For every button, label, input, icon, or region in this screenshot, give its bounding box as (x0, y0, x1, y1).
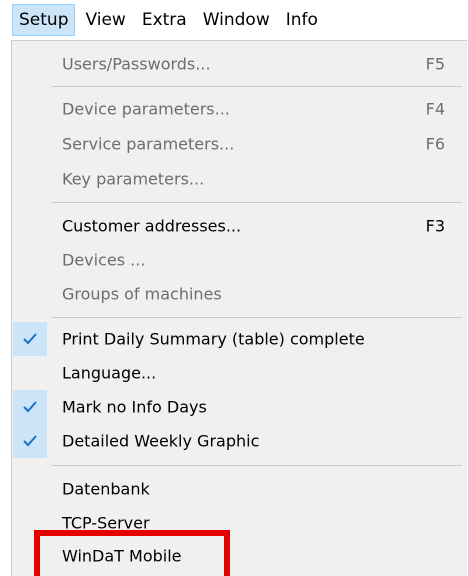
menu-separator (52, 86, 462, 87)
menu-item-label: Users/Passwords... (62, 54, 211, 74)
menu-item-customer-addresses[interactable]: Customer addresses... F3 (12, 209, 467, 243)
menu-bar: Setup View Extra Window Info (0, 0, 468, 40)
menu-item-users-passwords[interactable]: Users/Passwords... F5 (12, 47, 467, 81)
menu-item-label: Devices ... (62, 250, 146, 270)
menu-item-label: Datenbank (62, 479, 150, 499)
menu-item-label: Mark no Info Days (62, 397, 207, 417)
menu-item-label: Key parameters... (62, 169, 205, 189)
menu-item-label: Customer addresses... (62, 216, 242, 236)
menu-item-shortcut: F5 (425, 54, 445, 74)
checkmark-icon (13, 390, 47, 424)
menu-item-datenbank[interactable]: Datenbank (12, 472, 467, 506)
menu-item-shortcut: F4 (425, 99, 445, 119)
menu-info[interactable]: Info (280, 5, 324, 35)
menu-setup[interactable]: Setup (12, 4, 76, 36)
menu-item-label: Print Daily Summary (table) complete (62, 329, 365, 349)
menu-item-key-parameters[interactable]: Key parameters... (12, 162, 467, 196)
setup-dropdown-menu: Users/Passwords... F5 Device parameters.… (11, 40, 467, 576)
menu-item-label: Service parameters... (62, 134, 235, 154)
menu-item-mark-no-info-days[interactable]: Mark no Info Days (12, 390, 467, 424)
menu-item-label: Language... (62, 363, 157, 383)
menu-item-service-parameters[interactable]: Service parameters... F6 (12, 127, 467, 161)
menu-item-label: Detailed Weekly Graphic (62, 431, 260, 451)
menu-separator (52, 465, 462, 466)
highlight-box (34, 530, 230, 576)
menu-separator (52, 202, 462, 203)
menu-item-language[interactable]: Language... (12, 356, 467, 390)
menu-view[interactable]: View (79, 5, 131, 35)
menu-item-label: Device parameters... (62, 99, 230, 119)
menu-item-devices[interactable]: Devices ... (12, 243, 467, 277)
menu-item-print-daily-summary[interactable]: Print Daily Summary (table) complete (12, 322, 467, 356)
menu-window[interactable]: Window (197, 5, 276, 35)
menu-item-detailed-weekly-graphic[interactable]: Detailed Weekly Graphic (12, 424, 467, 458)
menu-item-shortcut: F6 (425, 134, 445, 154)
menu-item-shortcut: F3 (425, 216, 445, 236)
checkmark-icon (13, 424, 47, 458)
menu-item-device-parameters[interactable]: Device parameters... F4 (12, 92, 467, 126)
menu-separator (52, 317, 462, 318)
menu-extra[interactable]: Extra (136, 5, 193, 35)
checkmark-icon (13, 322, 47, 356)
menu-item-groups-of-machines[interactable]: Groups of machines (12, 277, 467, 311)
menu-item-label: Groups of machines (62, 284, 222, 304)
